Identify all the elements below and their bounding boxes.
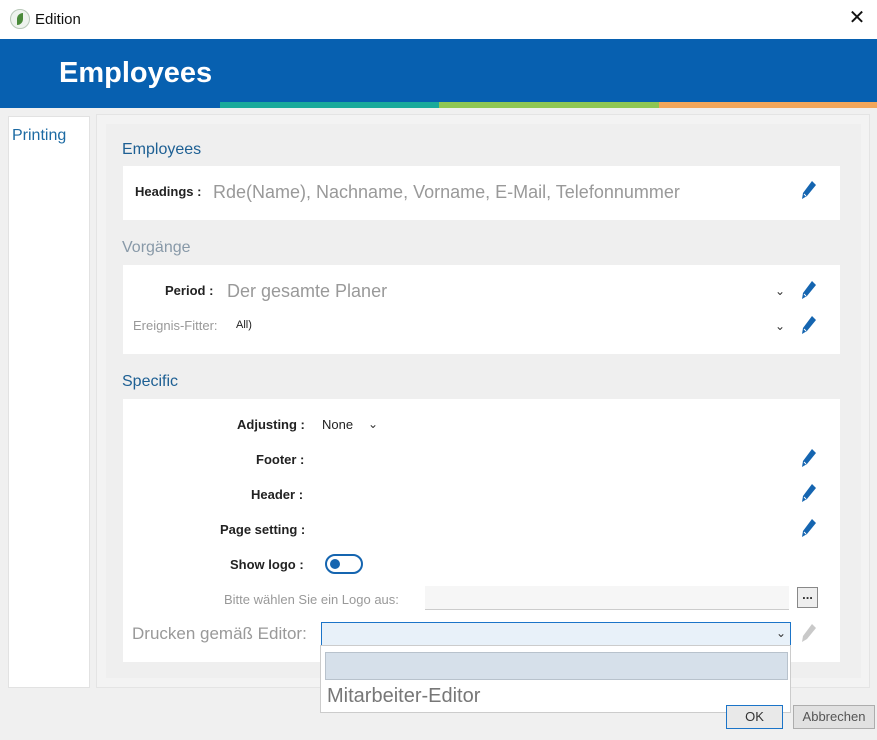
employees-card: Headings : Rde(Name), Nachname, Vorname,… — [123, 166, 840, 220]
filter-value[interactable]: All) — [236, 319, 252, 331]
edit-page-setting-pencil-icon[interactable] — [801, 518, 817, 538]
period-value[interactable]: Der gesamte Planer — [227, 281, 387, 302]
logo-input[interactable] — [425, 586, 789, 610]
print-editor-select[interactable]: ⌄ — [321, 622, 791, 646]
page-title: Employees — [59, 57, 213, 89]
edit-filter-pencil-icon[interactable] — [801, 315, 817, 335]
print-editor-chevron-down-icon[interactable]: ⌄ — [776, 626, 786, 640]
headings-value: Rde(Name), Nachname, Vorname, E-Mail, Te… — [213, 182, 680, 202]
show-logo-label: Show logo : — [230, 557, 304, 572]
specific-card: Adjusting : None ⌄ Footer : Header : Pag… — [123, 399, 840, 662]
ok-button[interactable]: OK — [726, 705, 783, 729]
edit-period-pencil-icon[interactable] — [801, 280, 817, 300]
browse-logo-button[interactable]: ... — [797, 587, 818, 608]
toggle-knob — [330, 559, 340, 569]
edit-headings-pencil-icon[interactable] — [801, 180, 817, 200]
period-label: Period : — [165, 283, 214, 298]
adjusting-value[interactable]: None — [322, 417, 353, 432]
dropdown-option-mitarbeiter-editor[interactable]: Mitarbeiter-Editor — [327, 685, 480, 708]
sidebar: Printing — [8, 116, 90, 688]
vorgaenge-card: Period : Der gesamte Planer ⌄ Ereignis-F… — [123, 265, 840, 354]
footer-label: Footer : — [256, 452, 305, 467]
print-editor-dropdown-list: Mitarbeiter-Editor — [320, 645, 791, 713]
edit-footer-pencil-icon[interactable] — [801, 448, 817, 468]
page-setting-label: Page setting : — [220, 522, 306, 537]
section-title-vorgaenge: Vorgänge — [122, 239, 191, 256]
close-icon[interactable]: ✕ — [847, 8, 867, 28]
filter-label: Ereignis-Fitter: — [133, 318, 218, 333]
edit-header-pencil-icon[interactable] — [801, 483, 817, 503]
period-chevron-down-icon[interactable]: ⌄ — [775, 284, 785, 298]
section-title-employees: Employees — [122, 141, 202, 158]
edit-print-editor-pencil-icon — [801, 623, 817, 643]
stripe-orange — [659, 102, 877, 108]
print-editor-label: Drucken gemäß Editor: — [132, 624, 307, 643]
stripe-teal — [220, 102, 439, 108]
logo-label: Bitte wählen Sie ein Logo aus: — [224, 592, 399, 607]
adjusting-label: Adjusting : — [237, 417, 305, 432]
section-title-specific: Specific — [122, 373, 179, 390]
cancel-button[interactable]: Abbrechen — [793, 705, 875, 729]
show-logo-toggle[interactable] — [325, 554, 363, 574]
header-banner: Employees — [0, 39, 877, 108]
stripe-green — [439, 102, 659, 108]
window-title: Edition — [35, 11, 81, 28]
dropdown-option-blank[interactable] — [325, 652, 788, 680]
header-label: Header : — [251, 487, 304, 502]
headings-label: Headings : — [135, 184, 202, 199]
title-bar: Edition ✕ — [0, 0, 877, 39]
app-icon — [10, 9, 30, 29]
filter-chevron-down-icon[interactable]: ⌄ — [775, 319, 785, 333]
sidebar-item-printing[interactable]: Printing — [12, 127, 66, 145]
adjusting-chevron-down-icon[interactable]: ⌄ — [368, 417, 378, 431]
